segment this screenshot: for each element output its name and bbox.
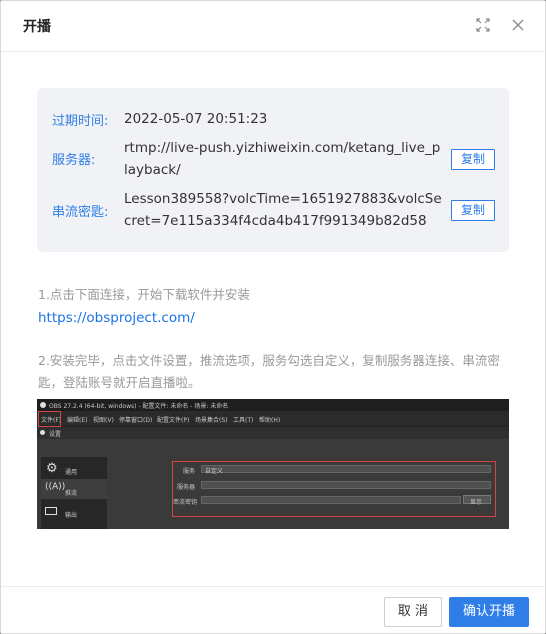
stream-key-label: 串流密匙:	[52, 205, 109, 220]
stream-info-panel: 过期时间: 2022-05-07 20:51:23 服务器: rtmp://li…	[37, 88, 509, 252]
close-icon[interactable]	[510, 17, 526, 33]
broadcast-icon: ((A))	[45, 482, 66, 492]
expire-label: 过期时间:	[52, 114, 109, 129]
confirm-start-button[interactable]: 确认开播	[449, 597, 529, 627]
expand-icon[interactable]	[475, 17, 491, 33]
step2-line2: 匙，登陆账号就开启直播啦。	[38, 375, 201, 390]
obs-menu-edit: 编辑(E)	[67, 417, 88, 424]
step2-line1: 2.安装完毕，点击文件设置，推流选项，服务勾选自定义，复制服务器连接、串流密	[38, 353, 500, 368]
sidebar-general: 通用	[65, 469, 78, 476]
obs-download-link[interactable]: https://obsproject.com/	[38, 310, 195, 326]
obs-menu-view: 视图(V)	[93, 417, 114, 424]
settings-obs-icon	[40, 430, 45, 435]
stream-key-value: Lesson389558?volcTime=1651927883&volcSec…	[124, 191, 442, 229]
monitor-icon	[45, 507, 57, 515]
dialog-header: 开播	[1, 1, 545, 52]
dialog-title: 开播	[23, 19, 51, 35]
sidebar-output: 输出	[65, 512, 78, 519]
service-label: 服务	[183, 468, 196, 475]
copy-key-button[interactable]: 复制	[451, 200, 495, 221]
obs-menu-scene: 场景集合(S)	[195, 417, 228, 424]
obs-logo-icon	[40, 402, 46, 408]
server-value: rtmp://live-push.yizhiweixin.com/ketang_…	[124, 140, 441, 178]
service-value: 自定义	[205, 468, 224, 475]
start-live-dialog: 开播 过期时间: 2022-05-07 20:51:23 服务器: rtmp:/…	[0, 0, 546, 634]
step1-text: 1.点击下面连接，开始下载软件并安装	[38, 287, 250, 302]
obs-menu-profile: 配置文件(P)	[157, 417, 190, 424]
server-label: 服务器:	[52, 153, 96, 168]
gear-icon: ⚙	[46, 461, 58, 476]
obs-menu-help: 帮助(H)	[259, 417, 281, 424]
server-field-label: 服务器	[177, 484, 196, 491]
cancel-button[interactable]: 取 消	[384, 597, 442, 627]
obs-window-title: OBS 27.2.4 (64-bit, windows) - 配置文件: 未命名…	[49, 403, 229, 410]
copy-server-button[interactable]: 复制	[451, 149, 495, 170]
obs-menu-tools: 工具(T)	[233, 417, 254, 424]
sidebar-stream: 推流	[65, 490, 78, 497]
obs-menu-dock: 停靠窗口(D)	[119, 417, 153, 424]
dialog-footer: 取 消 确认开播	[1, 586, 545, 633]
file-menu-highlight	[38, 411, 61, 427]
key-field-label: 串流密钥	[173, 499, 198, 506]
expire-value: 2022-05-07 20:51:23	[124, 111, 268, 127]
settings-title: 设置	[49, 431, 62, 438]
show-button: 显示	[470, 499, 483, 506]
obs-tutorial-screenshot: OBS 27.2.4 (64-bit, windows) - 配置文件: 未命名…	[37, 399, 509, 529]
